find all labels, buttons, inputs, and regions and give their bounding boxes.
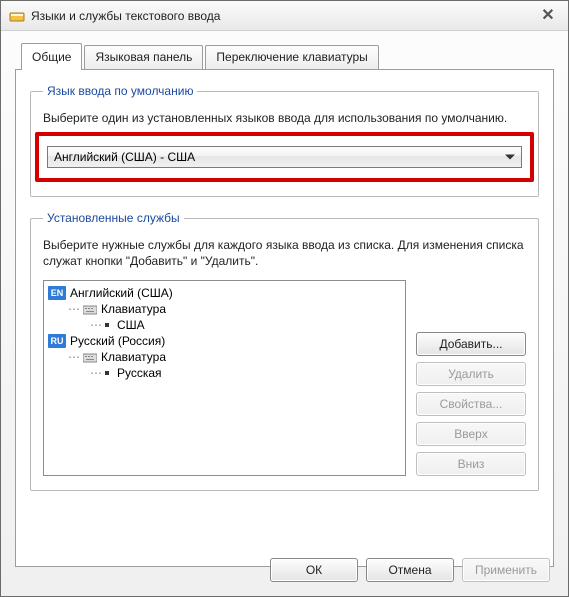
tab-panel-general: Язык ввода по умолчанию Выберите один из… [15,69,554,567]
remove-button: Удалить [416,362,526,386]
highlight-outline: Английский (США) - США [35,132,534,182]
tree-kb-ru[interactable]: ⋯ Клавиатура [46,349,403,365]
installed-services-group: Установленные службы Выберите нужные слу… [30,211,539,490]
button-label: ОК [306,563,322,577]
tree-label: США [117,318,145,332]
lang-badge-ru: RU [48,334,66,348]
default-language-desc: Выберите один из установленных языков вв… [43,110,526,126]
close-icon[interactable]: ✕ [538,6,558,26]
button-label: Добавить... [439,337,502,351]
language-tree[interactable]: EN Английский (США) ⋯ Клавиатура ⋯ [43,280,406,476]
tree-label: Клавиатура [101,350,166,364]
dialog-window: Языки и службы текстового ввода ✕ Общие … [0,0,569,597]
window-title: Языки и службы текстового ввода [31,9,220,23]
button-label: Свойства... [440,397,503,411]
tree-label: Английский (США) [70,286,173,300]
bullet-icon [105,371,109,375]
tree-label: Русский (Россия) [70,334,165,348]
default-language-dropdown[interactable]: Английский (США) - США [47,146,522,168]
button-label: Вверх [454,427,487,441]
properties-button: Свойства... [416,392,526,416]
tree-label: Клавиатура [101,302,166,316]
button-label: Отмена [388,563,431,577]
tree-kb-en[interactable]: ⋯ Клавиатура [46,301,403,317]
client-area: Общие Языковая панель Переключение клави… [1,31,568,596]
tab-language-bar[interactable]: Языковая панель [84,45,203,69]
tree-label: Русская [117,366,162,380]
move-up-button: Вверх [416,422,526,446]
button-label: Удалить [448,367,494,381]
bullet-icon [105,323,109,327]
default-language-group: Язык ввода по умолчанию Выберите один из… [30,84,539,197]
tab-general[interactable]: Общие [21,43,82,70]
tree-connector-icon: ⋯ [90,366,101,380]
ok-button[interactable]: ОК [270,558,358,582]
add-button[interactable]: Добавить... [416,332,526,356]
service-buttons: Добавить... Удалить Свойства... Вверх Вн… [416,332,526,476]
tab-label: Языковая панель [95,50,192,64]
services-desc: Выберите нужные службы для каждого языка… [43,237,526,269]
group-legend: Язык ввода по умолчанию [43,84,197,98]
apply-button: Применить [462,558,550,582]
services-body: EN Английский (США) ⋯ Клавиатура ⋯ [43,280,526,476]
tree-connector-icon: ⋯ [90,318,101,332]
dialog-button-row: ОК Отмена Применить [270,558,550,582]
titlebar: Языки и службы текстового ввода ✕ [1,1,568,31]
tree-layout-en[interactable]: ⋯ США [46,317,403,333]
tree-connector-icon: ⋯ [68,350,79,364]
tab-label: Переключение клавиатуры [216,50,367,64]
button-label: Применить [475,563,537,577]
tree-connector-icon: ⋯ [68,302,79,316]
dropdown-selected-value: Английский (США) - США [54,150,195,164]
move-down-button: Вниз [416,452,526,476]
chevron-down-icon [505,155,515,160]
lang-badge-en: EN [48,286,66,300]
tab-label: Общие [32,50,71,64]
tab-keyboard-switch[interactable]: Переключение клавиатуры [205,45,378,69]
button-label: Вниз [458,457,485,471]
group-legend: Установленные службы [43,211,184,225]
tabstrip: Общие Языковая панель Переключение клави… [21,43,554,69]
tree-lang-ru[interactable]: RU Русский (Россия) [46,333,403,349]
tree-lang-en[interactable]: EN Английский (США) [46,285,403,301]
app-icon [9,8,25,24]
cancel-button[interactable]: Отмена [366,558,454,582]
tree-layout-ru[interactable]: ⋯ Русская [46,365,403,381]
keyboard-icon [83,304,97,314]
keyboard-icon [83,352,97,362]
